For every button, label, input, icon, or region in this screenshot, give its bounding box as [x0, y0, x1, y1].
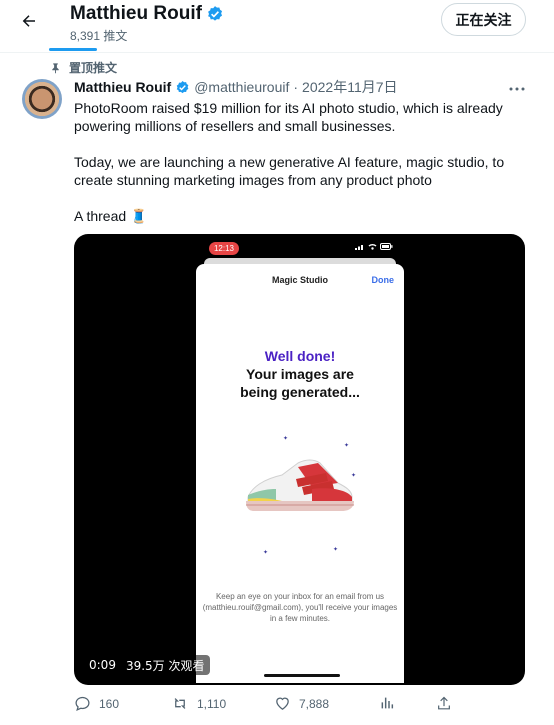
retweet-icon [174, 698, 186, 709]
heart-icon [276, 697, 289, 710]
signal-icon [355, 245, 363, 250]
like-button[interactable]: 7,888 [274, 695, 329, 712]
phone-screen: 12:13 Magic Studio Done Well done! Your … [195, 236, 405, 683]
verified-badge-icon [208, 6, 222, 21]
header-title-block: Matthieu Rouif 8,391 推文 [70, 2, 224, 44]
reply-count: 160 [99, 696, 120, 711]
view-count: 39.5万 次观看 [125, 658, 205, 673]
pin-icon [52, 62, 59, 73]
header-divider [0, 52, 554, 53]
video-player[interactable]: 12:13 Magic Studio Done Well done! Your … [74, 234, 525, 685]
following-button[interactable]: 正在关注 [441, 3, 526, 36]
tweet-line: powering millions of resellers and small… [74, 118, 396, 134]
analytics-icon [381, 697, 394, 709]
tweet-line: A thread [74, 208, 127, 224]
tweet-text: PhotoRoom raised $19 million for its AI … [74, 99, 524, 225]
reply-icon [75, 696, 90, 712]
status-time: 12:13 [209, 242, 239, 255]
back-button[interactable] [14, 6, 44, 36]
page-title: Matthieu Rouif [70, 3, 202, 24]
tweet-line: PhotoRoom raised $19 million for its AI … [74, 100, 503, 116]
back-arrow-icon [22, 15, 35, 27]
retweet-count: 1,110 [197, 696, 227, 711]
post-count: 8,391 推文 [70, 29, 128, 43]
profile-header: Matthieu Rouif 8,391 推文 正在关注 [0, 0, 554, 52]
retweet-button[interactable]: 1,110 [171, 695, 226, 712]
battery-icon [380, 243, 393, 250]
phone-status-bar: 12:13 [195, 240, 405, 256]
reply-button[interactable]: 160 [74, 695, 119, 712]
magic-studio-sheet: Magic Studio Done Well done! Your images… [196, 264, 404, 683]
sneaker-image [246, 459, 354, 511]
email-notice: Keep an eye on your inbox for an email f… [202, 592, 398, 623]
video-time: 0:09 [89, 658, 116, 672]
author-handle[interactable]: @matthieurouif [194, 78, 289, 96]
thread-emoji: 🧵 [130, 208, 148, 224]
avatar[interactable] [22, 79, 62, 119]
more-dots-icon [509, 87, 525, 91]
done-line: Your images are [246, 366, 354, 382]
sparkle-icon: ✦ [263, 550, 269, 556]
tweet-author-row: Matthieu Rouif @matthieurouif · 2022年11月… [74, 78, 398, 96]
sheet-done-label: Done [371, 275, 395, 285]
like-count: 7,888 [299, 696, 330, 711]
tweet-actions: 160 1,110 7,888 [74, 695, 459, 715]
done-line: being generated... [240, 384, 360, 400]
home-indicator [264, 674, 340, 677]
author-name[interactable]: Matthieu Rouif [74, 78, 171, 96]
sparkle-icon: ✦ [333, 547, 339, 553]
done-title: Well done! [264, 348, 336, 364]
tweet-line: Today, we are launching a new generative… [74, 154, 505, 170]
wifi-icon [368, 243, 377, 250]
more-options-button[interactable] [505, 80, 529, 98]
share-button[interactable] [436, 695, 452, 712]
tweet-line: create stunning marketing images from an… [74, 172, 432, 188]
share-icon [438, 696, 450, 710]
thread-line: A thread 🧵 [74, 207, 524, 225]
pinned-indicator: 置顶推文 [50, 59, 117, 76]
status-icons [355, 243, 393, 250]
verified-badge-icon [176, 80, 189, 93]
active-tab-indicator [49, 48, 97, 51]
generation-message: Well done! Your images are being generat… [196, 347, 404, 401]
pinned-label: 置顶推文 [69, 61, 118, 75]
meta-separator: · [293, 79, 299, 95]
sparkle-icon: ✦ [344, 443, 350, 449]
sparkle-icon: ✦ [283, 436, 289, 442]
analytics-button[interactable] [379, 695, 395, 711]
video-meta-overlay: 0:09 39.5万 次观看 [84, 655, 210, 675]
tweet-date[interactable]: 2022年11月7日 [302, 78, 397, 96]
